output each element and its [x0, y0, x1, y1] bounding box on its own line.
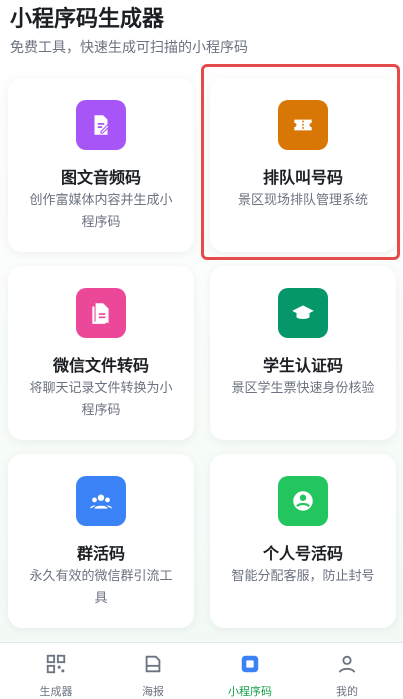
card-rich-media-code[interactable]: 图文音频码 创作富媒体内容并生成小程序码: [8, 78, 194, 252]
user-icon: [278, 476, 328, 526]
card-description: 智能分配客服，防止封号: [231, 569, 375, 584]
card-description: 景区现场排队管理系统: [237, 193, 368, 208]
edit-document-icon: [76, 100, 126, 150]
page-subtitle: 免费工具，快速生成可扫描的小程序码: [10, 40, 248, 56]
page-title: 小程序码生成器: [10, 7, 165, 32]
card-personal-live-code[interactable]: 个人号活码 智能分配客服，防止封号: [210, 454, 396, 628]
tool-grid: 图文音频码 创作富媒体内容并生成小程序码 排队叫号码 景区现场排队管理系统 微信…: [8, 78, 396, 628]
card-description: 永久有效的微信群引流工具: [29, 569, 173, 606]
card-wechat-file-code[interactable]: 微信文件转码 将聊天记录文件转换为小程序码: [8, 266, 194, 440]
tab-label: 小程序码: [228, 685, 272, 698]
card-title: 群活码: [76, 544, 125, 563]
file-icon: [76, 288, 126, 338]
card-title: 图文音频码: [60, 168, 141, 187]
profile-icon: [334, 651, 360, 677]
qr-code-icon: [43, 651, 69, 677]
group-icon: [76, 476, 126, 526]
card-queue-number-code[interactable]: 排队叫号码 景区现场排队管理系统: [210, 78, 396, 252]
card-description: 创作富媒体内容并生成小程序码: [29, 193, 173, 230]
card-description: 将聊天记录文件转换为小程序码: [29, 381, 173, 418]
poster-icon: [140, 651, 166, 677]
tab-label: 我的: [336, 685, 358, 698]
card-group-live-code[interactable]: 群活码 永久有效的微信群引流工具: [8, 454, 194, 628]
tab-poster[interactable]: 海报: [113, 643, 193, 698]
card-student-verification-code[interactable]: 学生认证码 景区学生票快速身份核验: [210, 266, 396, 440]
tab-generator[interactable]: 生成器: [16, 643, 96, 698]
graduation-cap-icon: [278, 288, 328, 338]
card-description: 景区学生票快速身份核验: [231, 381, 375, 396]
header: 小程序码生成器 免费工具，快速生成可扫描的小程序码: [10, 6, 393, 58]
tab-mini-program-code[interactable]: 小程序码: [210, 643, 290, 698]
tab-label: 海报: [142, 685, 164, 698]
bottom-tab-bar: 生成器 海报 小程序码 我的: [0, 642, 403, 698]
card-title: 微信文件转码: [52, 356, 149, 375]
tab-label: 生成器: [39, 685, 73, 698]
card-title: 排队叫号码: [262, 168, 343, 187]
card-title: 学生认证码: [262, 356, 343, 375]
ticket-icon: [278, 100, 328, 150]
mini-program-icon: [237, 651, 263, 677]
card-title: 个人号活码: [262, 544, 343, 563]
tab-profile[interactable]: 我的: [307, 643, 387, 698]
